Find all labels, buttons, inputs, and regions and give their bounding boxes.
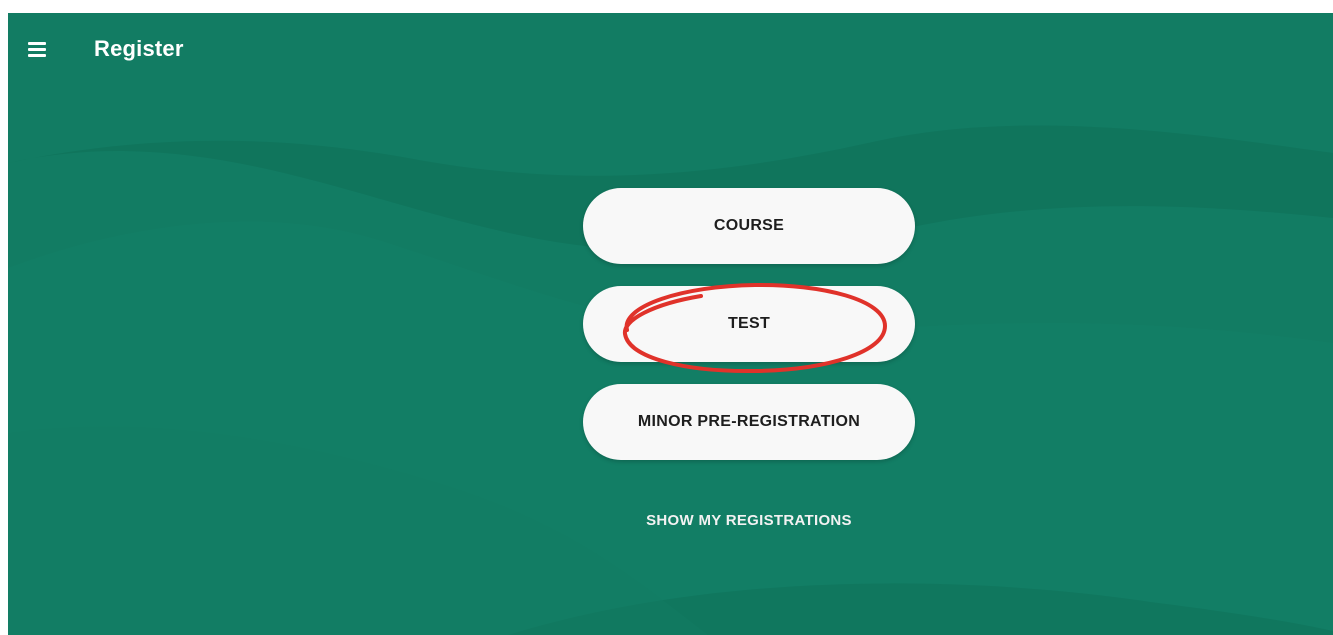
register-options: COURSE TEST MINOR PRE-REGISTRATION SHOW …: [8, 13, 1333, 635]
register-screen: Register COURSE TEST MINOR PRE-REGISTRAT…: [8, 13, 1333, 635]
minor-pre-registration-button[interactable]: MINOR PRE-REGISTRATION: [583, 384, 915, 460]
app-bar: Register: [8, 13, 1333, 85]
test-button[interactable]: TEST: [583, 286, 915, 362]
hamburger-menu-icon[interactable]: [26, 37, 50, 61]
course-button[interactable]: COURSE: [583, 188, 915, 264]
page-title: Register: [94, 36, 184, 61]
show-my-registrations-link[interactable]: SHOW MY REGISTRATIONS: [583, 507, 915, 535]
